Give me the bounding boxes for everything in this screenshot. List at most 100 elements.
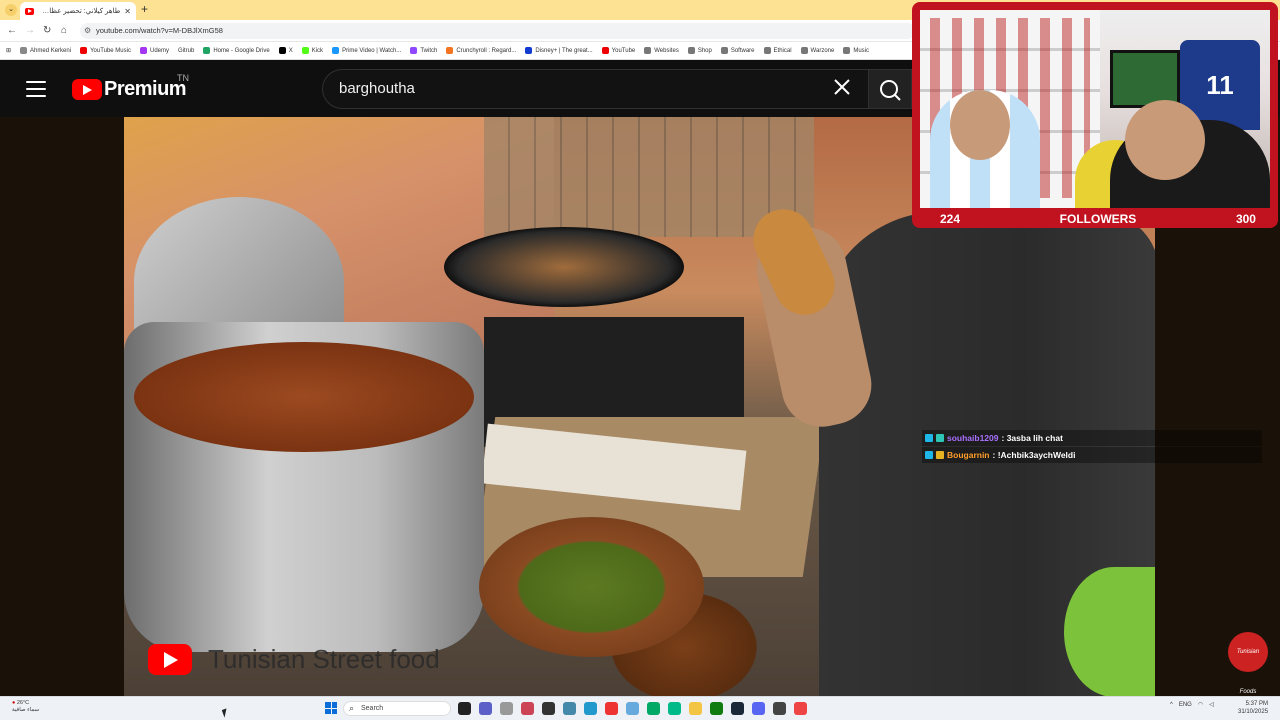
pepper-bowl: [479, 517, 704, 657]
tab-close-icon[interactable]: ✕: [124, 7, 131, 16]
bookmark-folder[interactable]: Websites: [644, 47, 679, 54]
menu-icon[interactable]: [26, 81, 46, 97]
followers-current: 224: [940, 212, 961, 226]
chat-badge-icon: [936, 434, 944, 442]
kick-icon: [301, 47, 309, 54]
app-icon[interactable]: [794, 702, 807, 715]
bookmark-folder[interactable]: Shop: [687, 47, 712, 54]
crown-badge-icon: [936, 451, 944, 459]
home-icon[interactable]: ⌂: [61, 25, 67, 37]
bookmark-item[interactable]: Twitch: [410, 47, 437, 54]
streamer-left-head: [950, 90, 1010, 160]
folder-icon: [843, 47, 851, 54]
address-bar[interactable]: ⚙ youtube.com/watch?v=M-DBJlXmG58: [80, 23, 915, 39]
youtube-music-icon: [80, 47, 88, 54]
settings-icon[interactable]: [500, 702, 513, 715]
xbox-icon[interactable]: [710, 702, 723, 715]
bookmark-item[interactable]: Disney+ | The great...: [525, 47, 593, 54]
disney-plus-icon: [525, 47, 533, 54]
app-icon[interactable]: [626, 702, 639, 715]
discord-icon[interactable]: [752, 702, 765, 715]
site-info-icon[interactable]: ⚙: [84, 23, 91, 39]
reload-icon[interactable]: ↻: [43, 25, 51, 37]
notion-icon[interactable]: [542, 702, 555, 715]
clock-time: 5:37 PM: [1245, 701, 1269, 707]
copilot-icon[interactable]: [479, 702, 492, 715]
app-icon[interactable]: [584, 702, 597, 715]
bookmark-item[interactable]: Udemy: [139, 47, 169, 54]
stream-chat: souhaib1209 : 3asba lih chat Bougarnin :…: [922, 430, 1262, 464]
search-button[interactable]: [868, 69, 912, 109]
taskbar-search[interactable]: Search: [343, 701, 451, 716]
webcam-feed: 11: [920, 10, 1270, 208]
bookmark-item[interactable]: YouTube: [601, 47, 635, 54]
apps-icon[interactable]: ⊞: [6, 47, 11, 54]
chat-message: Bougarnin : !Achbik3aychWeldi: [922, 447, 1262, 463]
bookmark-item[interactable]: Crunchyroll : Regard...: [446, 47, 516, 54]
bookmark-item[interactable]: Home - Google Drive: [203, 47, 270, 54]
bookmark-item[interactable]: X: [278, 47, 293, 54]
volume-icon[interactable]: ◁: [1209, 701, 1214, 708]
bookmark-item[interactable]: YouTube Music: [80, 47, 131, 54]
clear-search-icon[interactable]: [833, 78, 851, 96]
bookmark-item[interactable]: Kick: [301, 47, 323, 54]
chat-username: souhaib1209: [947, 433, 999, 443]
youtube-logo-icon[interactable]: [72, 79, 102, 100]
wifi-icon[interactable]: ◠: [1198, 701, 1203, 708]
bookmark-folder[interactable]: Software: [720, 47, 755, 54]
search-icon: [880, 80, 901, 101]
green-bowl: [1064, 567, 1155, 696]
youtube-premium-label[interactable]: Premium: [104, 78, 187, 101]
windows-taskbar: ● 26°C سماء صافية Search ^ ENG: [0, 696, 1280, 720]
youtube-favicon-icon: [25, 7, 34, 15]
bookmark-folder[interactable]: Music: [843, 47, 869, 54]
bookmark-item[interactable]: Prime Video | Watch...: [332, 47, 401, 54]
watermark-text: Tunisian Street food: [208, 644, 440, 674]
language-indicator[interactable]: ENG: [1179, 702, 1192, 708]
clock-date: 31/10/2025: [1238, 709, 1269, 715]
app-icon[interactable]: [773, 702, 786, 715]
chat-badge-icon: [925, 434, 933, 442]
prime-video-icon: [332, 47, 340, 54]
start-button[interactable]: [325, 702, 337, 714]
webcam-overlay: 11 224 FOLLOWERS 300: [912, 2, 1278, 228]
bookmark-folder[interactable]: Warzone: [800, 47, 834, 54]
streamer-right-head: [1125, 100, 1205, 180]
google-drive-icon: [203, 47, 211, 54]
app-icon[interactable]: [605, 702, 618, 715]
youtube-icon: [601, 47, 609, 54]
system-tray: ^ ENG ◠ ◁: [1170, 701, 1214, 709]
clock[interactable]: 5:37 PM 31/10/2025: [1238, 700, 1268, 716]
back-icon[interactable]: ←: [7, 25, 17, 37]
tab-search-icon[interactable]: ⌄: [5, 4, 17, 16]
udemy-icon: [139, 47, 147, 54]
weather-temp: 26°C: [16, 700, 30, 706]
folder-icon: [687, 47, 695, 54]
app-icon[interactable]: [563, 702, 576, 715]
chrome-icon[interactable]: [647, 702, 660, 715]
browser-tab-active[interactable]: طاهر كيلاني: تحضير عظام نعت... ✕: [20, 2, 136, 20]
search-input[interactable]: barghoutha: [322, 69, 868, 109]
steam-icon[interactable]: [731, 702, 744, 715]
folder-icon: [720, 47, 728, 54]
weather-desc: سماء صافية: [12, 707, 40, 713]
edge-icon[interactable]: [668, 702, 681, 715]
folder-icon: [763, 47, 771, 54]
weather-widget[interactable]: ● 26°C سماء صافية: [12, 700, 39, 714]
app-icon[interactable]: [521, 702, 534, 715]
forward-icon[interactable]: →: [25, 25, 35, 37]
bookmark-item[interactable]: Ahmed Kerkeni: [20, 47, 71, 54]
bookmark-item[interactable]: Gitrub: [178, 48, 194, 54]
folder-icon: [800, 47, 808, 54]
x-icon: [278, 47, 286, 54]
address-url: youtube.com/watch?v=M-DBJlXmG58: [96, 26, 223, 35]
file-explorer-icon[interactable]: [689, 702, 702, 715]
new-tab-button[interactable]: +: [141, 3, 148, 15]
follower-goal-bar: 224 FOLLOWERS 300: [920, 210, 1270, 228]
bookmark-folder[interactable]: Ethical: [763, 47, 792, 54]
crunchyroll-icon: [446, 47, 454, 54]
task-view-icon[interactable]: [458, 702, 471, 715]
chat-text: : !Achbik3aychWeldi: [992, 450, 1076, 460]
twitch-icon: [410, 47, 418, 54]
chevron-up-icon[interactable]: ^: [1170, 702, 1173, 708]
